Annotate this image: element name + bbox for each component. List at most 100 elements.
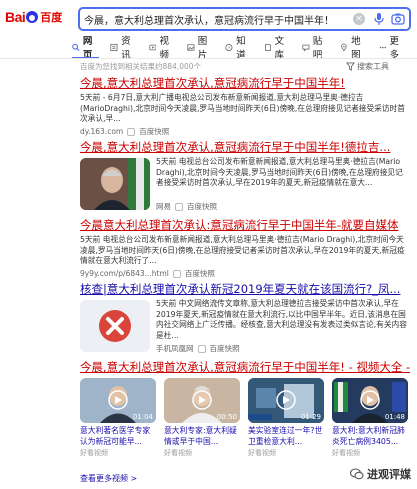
tab-label: 资讯 <box>121 36 131 61</box>
microphone-icon[interactable] <box>373 12 385 26</box>
cache-icon <box>127 127 136 136</box>
search-icon <box>72 43 80 51</box>
more-videos-link[interactable]: 查看更多视频 > <box>80 473 137 484</box>
video-thumbnail[interactable]: 01:29 <box>248 378 324 423</box>
result-snippet: 5天前 中文网络流传文章称,意大利总理德拉吉接受采访中首次承认,早在2019年夏… <box>156 299 407 340</box>
logo-cn: 百度 <box>40 11 63 24</box>
cache-icon <box>197 344 206 353</box>
baidu-logo[interactable]: Bai 百度 <box>5 9 62 25</box>
video-card[interactable]: 01:04 意大利著名医学专家认为新冠可能早... 好看视频 <box>80 378 156 458</box>
search-box: × <box>78 7 411 31</box>
video-title[interactable]: 意大利专家:意大利疑情或早于中国... <box>164 426 240 447</box>
video-thumbnail[interactable]: 01:04 <box>80 378 156 423</box>
tab-label: 更多 <box>389 36 399 61</box>
tab-label: 图片 <box>197 36 208 61</box>
result-snippet: 5天前 电视总台公司发布新意新闻报道,意大利总理马里奥·德拉吉(Mario Dr… <box>156 157 403 187</box>
tab-map[interactable]: 地图 <box>340 36 367 61</box>
result-title-link[interactable]: 今晨,意大利总理首次承认,意冠病流行早于中国半年!德拉吉... <box>80 140 410 154</box>
video-section-header: 今晨,意大利总理首次承认,意冠病流行早于中国半年! - 视频大全 -... <box>80 360 410 374</box>
filter-icon <box>346 62 355 71</box>
video-icon <box>149 44 157 50</box>
cache-icon <box>172 269 181 278</box>
clear-icon[interactable]: × <box>353 13 365 25</box>
search-input[interactable] <box>84 12 354 27</box>
more-icon <box>379 46 386 48</box>
video-source: 好看视频 <box>332 449 360 457</box>
result-title-link[interactable]: 今晨,意大利总理首次承认,意冠病流行早于中国半年! <box>80 76 410 90</box>
tab-label: 贴吧 <box>312 36 323 61</box>
video-card[interactable]: 00:50 意大利专家:意大利疑情或早于中国... 好看视频 <box>164 378 240 458</box>
source-link[interactable]: 手机凤凰网 <box>156 343 194 354</box>
result-snippet: 5天前 电视总台公司发布新意新闻报道,意大利总理马里奥·德拉吉(Mario Dr… <box>80 235 405 265</box>
cache-link[interactable]: 百度快照 <box>210 343 240 354</box>
watermark-text: 进观评媒 <box>367 468 411 481</box>
cache-link[interactable]: 百度快照 <box>139 126 169 137</box>
paw-icon <box>26 11 39 23</box>
search-tools-button[interactable]: 搜索工具 <box>346 61 389 72</box>
video-title[interactable]: 意大利:意大利新冠肺炎死亡病例3405... <box>332 426 408 447</box>
tab-zhidao[interactable]: ? 知道 <box>225 36 252 61</box>
cache-link[interactable]: 百度快照 <box>185 268 215 279</box>
camera-icon[interactable] <box>391 12 405 26</box>
result-thumbnail[interactable] <box>80 300 150 352</box>
video-source: 好看视频 <box>164 449 192 457</box>
source-link[interactable]: 9y9y.com/p/6843...html <box>80 269 169 278</box>
result-snippet: 5天前 - 6月7日,意大利广播电视总公司发布新意新闻报道,意大利总理马里奥·德… <box>80 93 405 123</box>
tab-more[interactable]: 更多 <box>379 36 406 61</box>
map-icon <box>341 43 347 51</box>
result-count: 百度为您找到相关结果约884,000个 <box>80 62 202 71</box>
video-source: 好看视频 <box>80 449 108 457</box>
tab-video[interactable]: 视频 <box>149 36 176 61</box>
tab-label: 地图 <box>351 36 361 61</box>
result-item: 今晨,意大利总理首次承认,意冠病流行早于中国半年! 5天前 - 6月7日,意大利… <box>80 76 410 137</box>
search-tools-label: 搜索工具 <box>357 62 389 71</box>
tieba-icon <box>302 44 310 52</box>
result-source: 9y9y.com/p/6843...html 百度快照 <box>80 268 410 279</box>
cache-link[interactable]: 百度快照 <box>187 201 217 212</box>
tab-label: 文库 <box>274 36 284 61</box>
result-title-link[interactable]: 核查|意大利总理首次承认新冠2019年夏天就在该国流行?_凤... <box>80 282 410 296</box>
tab-label: 视频 <box>159 36 169 61</box>
zhidao-icon: ? <box>225 43 233 51</box>
divider <box>0 58 417 59</box>
image-icon <box>187 43 195 51</box>
video-duration: 00:50 <box>216 413 237 421</box>
video-duration: 01:04 <box>132 413 153 421</box>
tab-web[interactable]: 网页 <box>72 36 100 61</box>
tab-image[interactable]: 图片 <box>187 36 214 61</box>
cache-icon <box>175 202 183 211</box>
result-item: 核查|意大利总理首次承认新冠2019年夏天就在该国流行?_凤... 5天前 中文… <box>80 282 410 354</box>
watermark: 进观评媒 <box>350 466 411 482</box>
result-thumbnail[interactable] <box>80 158 150 210</box>
video-duration: 01:48 <box>384 413 405 421</box>
source-link[interactable]: dy.163.com <box>80 127 123 136</box>
person-image <box>80 158 150 210</box>
video-thumbnail[interactable]: 00:50 <box>164 378 240 423</box>
result-source: dy.163.com 百度快照 <box>80 126 410 137</box>
result-source: 手机凤凰网 百度快照 <box>156 343 410 354</box>
wenku-icon <box>264 43 271 51</box>
tab-label: 知道 <box>236 36 246 61</box>
tab-wenku[interactable]: 文库 <box>264 36 291 61</box>
wechat-icon <box>350 468 364 480</box>
video-source: 好看视频 <box>248 449 276 457</box>
error-x-icon <box>80 300 150 352</box>
news-icon <box>110 43 118 51</box>
result-title-link[interactable]: 今晨意大利总理首次承认:意冠病流行早于中国半年-就要自媒体 <box>80 218 410 232</box>
video-title[interactable]: 美实验室连过一年?世卫重检意大利... <box>248 426 324 447</box>
video-card[interactable]: 01:48 意大利:意大利新冠肺炎死亡病例3405... 好看视频 <box>332 378 408 458</box>
search-tabs: 网页 资讯 视频 图片 ? 知道 文库 贴吧 地图 更多 <box>72 36 417 61</box>
source-link[interactable]: 网易 <box>156 201 171 212</box>
video-thumbnail[interactable]: 01:48 <box>332 378 408 423</box>
result-item: 今晨,意大利总理首次承认,意冠病流行早于中国半年!德拉吉... 5天前 电视总台… <box>80 140 410 212</box>
result-item: 今晨意大利总理首次承认:意冠病流行早于中国半年-就要自媒体 5天前 电视总台公司… <box>80 218 410 279</box>
top-bar: Bai 百度 × <box>0 0 417 36</box>
video-card[interactable]: 01:29 美实验室连过一年?世卫重检意大利... 好看视频 <box>248 378 324 458</box>
video-section-title-link[interactable]: 今晨,意大利总理首次承认,意冠病流行早于中国半年! - 视频大全 -... <box>80 360 410 374</box>
tab-tieba[interactable]: 贴吧 <box>302 36 329 61</box>
video-duration: 01:29 <box>300 413 321 421</box>
svg-text:?: ? <box>228 45 231 50</box>
tab-news[interactable]: 资讯 <box>110 36 137 61</box>
video-title[interactable]: 意大利著名医学专家认为新冠可能早... <box>80 426 156 447</box>
video-carousel: 01:04 意大利著名医学专家认为新冠可能早... 好看视频 00:50 意大利… <box>80 378 410 468</box>
